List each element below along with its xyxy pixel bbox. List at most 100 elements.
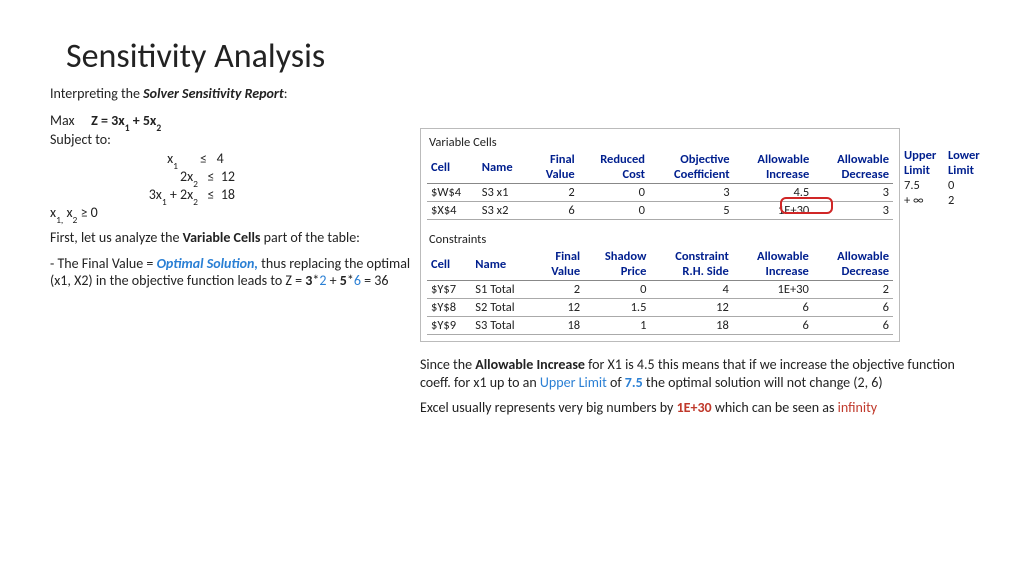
l1-ul: + ∞	[904, 193, 942, 208]
p1-pre: First, let us analyze the	[50, 229, 183, 246]
p2-pre: - The Final Value =	[50, 255, 157, 272]
c1-rhs: 12	[650, 299, 732, 317]
bottom-notes: Since the Allowable Increase for X1 is 4…	[420, 356, 974, 417]
c2-fv: 18	[535, 317, 584, 335]
constraint-3: 3x1 + 2x2 ≤ 18	[50, 186, 420, 203]
c1-rhs: 4	[217, 150, 224, 167]
p1-post: part of the table:	[260, 229, 359, 246]
hdr-ul: UpperLimit	[904, 148, 942, 178]
chdr-name: Name	[471, 248, 534, 281]
c2-ad: 6	[813, 317, 893, 335]
c1-fv: 12	[535, 299, 584, 317]
c0-sp: 0	[584, 281, 650, 299]
nonneg: x1, x2 ≥ 0	[50, 204, 420, 221]
obj-sub2: 2	[156, 122, 161, 134]
p1-bold: Variable Cells	[183, 229, 261, 246]
vc1-name: S3 x2	[478, 202, 530, 220]
n2-pre: Excel usually represents very big number…	[420, 399, 677, 416]
c0-name: S1 Total	[471, 281, 534, 299]
chdr-ad: AllowableDecrease	[813, 248, 893, 281]
c0-rhs: 4	[650, 281, 732, 299]
c2-rhs: 18	[650, 317, 732, 335]
constraints-header-row: Cell Name FinalValue ShadowPrice Constra…	[427, 248, 893, 281]
c3-sub1: 1	[162, 196, 167, 208]
l0-ll: 0	[948, 178, 986, 193]
n1-b: Allowable Increase	[475, 356, 585, 373]
nn-s1: 1,	[56, 214, 63, 226]
p2-blue: Optimal Solution,	[157, 255, 258, 272]
obj-expr-pre: Z = 3x	[91, 112, 125, 129]
chdr-sp: ShadowPrice	[584, 248, 650, 281]
obj-expr-mid: + 5x	[130, 112, 157, 129]
c1-sub: 1	[173, 160, 178, 172]
constraints-block: x1 ≤ 4 2x2 ≤ 12 3x1 + 2x2 ≤ 18 x1, x2 ≥ …	[50, 150, 420, 221]
n1-post: the optimal solution will not change (2,…	[643, 374, 883, 391]
limits-row-0: 7.5 0	[904, 178, 986, 193]
vc1-fv: 6	[530, 202, 579, 220]
c3-rhs: 18	[221, 186, 235, 203]
c0-cell: $Y$7	[427, 281, 471, 299]
c2-rhs: 12	[221, 168, 235, 185]
hdr-oc: ObjectiveCoefficient	[649, 151, 734, 184]
subject-to: Subject to:	[50, 131, 420, 148]
vc1-rc: 0	[579, 202, 649, 220]
c1-rel: ≤	[200, 150, 207, 167]
c2-cell: $Y$9	[427, 317, 471, 335]
c2-rel: ≤	[208, 168, 215, 185]
crow-0: $Y$7 S1 Total 2 0 4 1E+30 2	[427, 281, 893, 299]
n2-mid: which can be seen as	[712, 399, 838, 416]
para-2: - The Final Value = Optimal Solution, th…	[50, 255, 420, 290]
vc0-fv: 2	[530, 184, 579, 202]
chdr-cell: Cell	[427, 248, 471, 281]
c3-lhs: 3x	[149, 186, 162, 203]
c2-lhs: 2x	[180, 168, 193, 185]
vc1-oc: 5	[649, 202, 734, 220]
c1-ai: 6	[733, 299, 813, 317]
n2-b: 1E+30	[677, 399, 712, 416]
c0-ai: 1E+30	[733, 281, 813, 299]
hdr-rc: ReducedCost	[579, 151, 649, 184]
page-title: Sensitivity Analysis	[66, 36, 974, 77]
note-2: Excel usually represents very big number…	[420, 399, 974, 417]
chdr-fv: FinalValue	[535, 248, 584, 281]
vc0-oc: 3	[649, 184, 734, 202]
vc1-cell: $X$4	[427, 202, 478, 220]
c2-sp: 1	[584, 317, 650, 335]
note-1: Since the Allowable Increase for X1 is 4…	[420, 356, 974, 391]
constraints-title: Constraints	[429, 232, 893, 247]
c3-sub2: 2	[193, 196, 198, 208]
limits-row-1: + ∞ 2	[904, 193, 986, 208]
n1-ul: Upper Limit	[540, 374, 607, 391]
constraint-1: x1 ≤ 4	[50, 150, 420, 167]
chdr-ai: AllowableIncrease	[733, 248, 813, 281]
slide: Sensitivity Analysis Interpreting the So…	[0, 0, 1024, 576]
max-label: Max	[50, 112, 88, 129]
c2-name: S3 Total	[471, 317, 534, 335]
constraint-2: 2x2 ≤ 12	[50, 168, 420, 185]
l1-ll: 2	[948, 193, 986, 208]
c0-ad: 2	[813, 281, 893, 299]
vc0-cell: $W$4	[427, 184, 478, 202]
c2-sub: 2	[193, 178, 198, 190]
nn-mid: x	[63, 204, 72, 221]
intro-bold: Solver Sensitivity Report	[143, 85, 284, 102]
p2-plus: +	[326, 272, 339, 289]
hdr-fv: FinalValue	[530, 151, 579, 184]
intro-pre: Interpreting the	[50, 85, 143, 102]
hdr-ad: AllowableDecrease	[813, 151, 893, 184]
constraints-table: Cell Name FinalValue ShadowPrice Constra…	[427, 248, 893, 335]
crow-1: $Y$8 S2 Total 12 1.5 12 6 6	[427, 299, 893, 317]
crow-2: $Y$9 S3 Total 18 1 18 6 6	[427, 317, 893, 335]
c0-fv: 2	[535, 281, 584, 299]
nn-s2: 2	[73, 214, 78, 226]
right-column: Variable Cells Cell Name FinalValue Redu…	[420, 110, 974, 425]
vc0-rc: 0	[579, 184, 649, 202]
p2-b2: 5	[340, 272, 347, 289]
c2-ai: 6	[733, 317, 813, 335]
hdr-name: Name	[478, 151, 530, 184]
p2-c2: 6	[354, 272, 361, 289]
vcells-header-row: Cell Name FinalValue ReducedCost Objecti…	[427, 151, 893, 184]
c3-rel: ≤	[208, 186, 215, 203]
intro-line: Interpreting the Solver Sensitivity Repo…	[50, 85, 974, 102]
n1-val: 7.5	[625, 374, 643, 391]
